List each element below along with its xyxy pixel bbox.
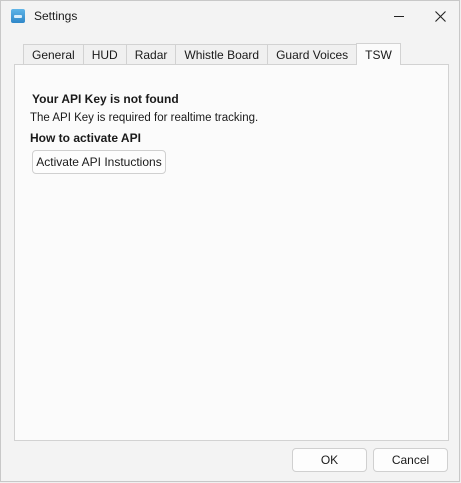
minimize-button[interactable] xyxy=(379,1,419,31)
ok-button[interactable]: OK xyxy=(292,448,367,472)
tab-tsw[interactable]: TSW xyxy=(356,43,401,65)
tab-strip: General HUD Radar Whistle Board Guard Vo… xyxy=(23,43,401,65)
tab-hud[interactable]: HUD xyxy=(82,44,127,64)
tsw-panel: Your API Key is not found The API Key is… xyxy=(14,64,449,441)
api-key-description: The API Key is required for realtime tra… xyxy=(30,112,259,124)
close-button[interactable] xyxy=(420,1,460,31)
window-title: Settings xyxy=(34,9,78,23)
minimize-icon xyxy=(394,15,404,17)
tab-guard-voices[interactable]: Guard Voices xyxy=(267,44,358,64)
api-key-missing-heading: Your API Key is not found xyxy=(32,92,179,106)
settings-window: Settings General HUD Radar Whistle Board… xyxy=(0,0,460,482)
activate-api-instructions-button[interactable]: Activate API Instuctions xyxy=(32,150,166,174)
tab-general[interactable]: General xyxy=(23,44,84,64)
cancel-button[interactable]: Cancel xyxy=(373,448,448,472)
tab-whistle-board[interactable]: Whistle Board xyxy=(175,44,269,64)
title-bar[interactable]: Settings xyxy=(1,1,459,33)
close-icon xyxy=(434,10,446,22)
tab-radar[interactable]: Radar xyxy=(125,44,177,64)
activate-api-heading: How to activate API xyxy=(30,131,141,145)
app-icon xyxy=(11,9,25,23)
